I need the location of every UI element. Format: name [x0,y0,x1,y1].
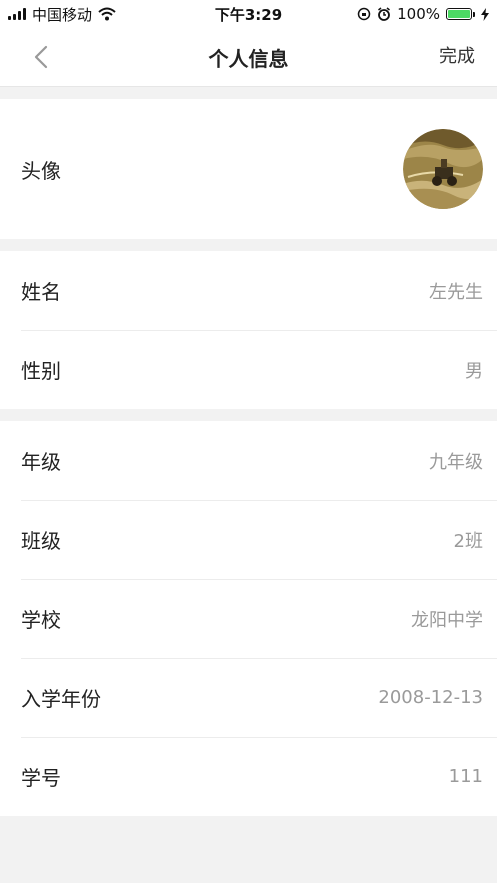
enroll-year-value: 2008-12-13 [378,687,483,708]
class-row[interactable]: 班级 2班 [0,500,497,579]
name-row[interactable]: 姓名 左先生 [0,251,497,330]
section-gap [0,409,497,421]
gender-row[interactable]: 性别 男 [0,330,497,409]
school-info-section: 年级 九年级 班级 2班 学校 龙阳中学 入学年份 2008-12-13 学号 … [0,421,497,816]
class-label: 班级 [21,529,61,553]
enroll-year-label: 入学年份 [21,687,101,711]
section-gap [0,87,497,99]
avatar-label: 头像 [21,158,61,183]
name-value: 左先生 [429,281,483,303]
chevron-left-icon[interactable] [28,42,58,72]
signal-icon [8,8,26,20]
grade-label: 年级 [21,450,61,474]
page-title: 个人信息 [208,46,289,71]
carrier-label: 中国移动 [32,5,93,24]
gender-label: 性别 [21,359,61,383]
class-value: 2班 [453,530,483,552]
grade-value: 九年级 [429,451,483,473]
avatar-section: 头像 [0,99,497,239]
orientation-lock-icon [357,7,371,21]
gender-value: 男 [465,360,483,382]
status-bar: 中国移动 下午3:29 100% [0,0,497,28]
student-id-value: 111 [448,766,483,787]
grade-row[interactable]: 年级 九年级 [0,421,497,500]
basic-info-section: 姓名 左先生 性别 男 [0,251,497,409]
alarm-icon [378,7,391,21]
enroll-year-row[interactable]: 入学年份 2008-12-13 [0,658,497,737]
done-button[interactable]: 完成 [439,28,475,86]
avatar-row[interactable]: 头像 [0,99,497,239]
avatar[interactable] [403,129,483,209]
battery-icon [446,8,475,20]
charging-icon [481,7,489,21]
section-gap [0,239,497,251]
battery-percent: 100% [397,5,440,23]
school-label: 学校 [21,608,61,632]
school-value: 龙阳中学 [411,609,483,631]
student-id-label: 学号 [21,766,61,790]
student-id-row[interactable]: 学号 111 [0,737,497,816]
wifi-icon [98,7,116,21]
name-label: 姓名 [21,280,61,304]
navigation-bar: 个人信息 完成 [0,28,497,87]
school-row[interactable]: 学校 龙阳中学 [0,579,497,658]
